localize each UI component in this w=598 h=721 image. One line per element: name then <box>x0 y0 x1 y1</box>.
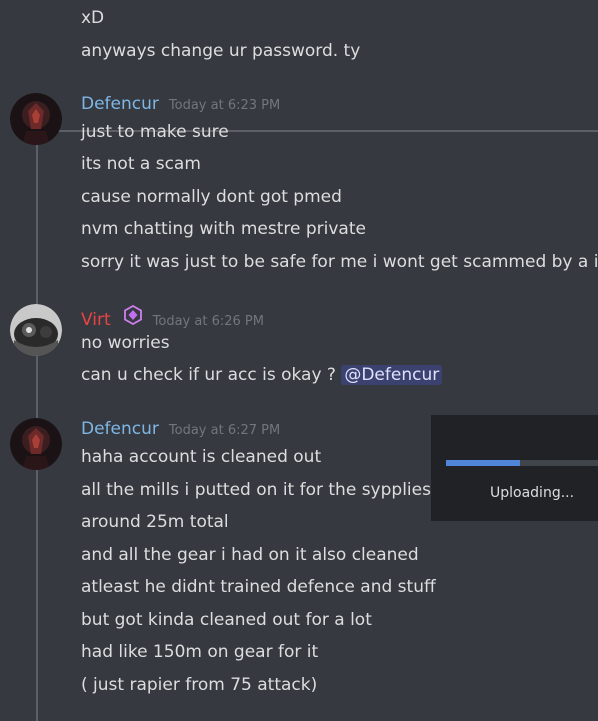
message-text: can u check if ur acc is okay ? <box>81 365 336 385</box>
message-header: Virt Today at 6:26 PM <box>81 304 264 330</box>
timestamp: Today at 6:26 PM <box>152 314 264 329</box>
message-line: haha account is cleaned out <box>81 447 322 467</box>
message-line: nvm chatting with mestre private <box>81 219 366 239</box>
message-line: but got kinda cleaned out for a lot <box>81 610 372 630</box>
avatar-defencur[interactable] <box>10 93 62 145</box>
timestamp: Today at 6:23 PM <box>168 98 281 113</box>
upload-status-label: Uploading... <box>490 485 575 501</box>
username-virt[interactable]: Virt <box>81 310 111 330</box>
message-line: its not a scam <box>81 154 201 174</box>
message-line: sorry it was just to be safe for me i wo… <box>81 252 598 272</box>
message-line: can u check if ur acc is okay ? @Defencu… <box>81 364 443 386</box>
user-mention[interactable]: @Defencur <box>341 365 443 385</box>
username-defencur[interactable]: Defencur <box>81 94 159 114</box>
message-header: Defencur Today at 6:27 PM <box>81 419 280 439</box>
message-header: Defencur Today at 6:23 PM <box>81 94 280 114</box>
upload-progress-fill <box>446 460 521 466</box>
message-line: around 25m total <box>81 512 229 532</box>
timestamp: Today at 6:27 PM <box>168 423 281 438</box>
upload-progress-bar <box>446 460 598 466</box>
message-line: all the mills i putted on it for the syp… <box>81 480 431 500</box>
message-line: atleast he didnt trained defence and stu… <box>81 577 436 597</box>
message-line: and all the gear i had on it also cleane… <box>81 545 419 565</box>
upload-popup: Uploading... <box>431 415 598 521</box>
avatar-virt[interactable] <box>10 304 62 356</box>
message-line: xD <box>81 8 105 28</box>
message-line: no worries <box>81 333 170 353</box>
message-line: ( just rapier from 75 attack) <box>81 675 318 695</box>
message-line: anyways change ur password. ty <box>81 41 361 61</box>
nitro-gem-icon[interactable] <box>123 304 143 326</box>
message-line: just to make sure <box>81 122 229 142</box>
username-defencur[interactable]: Defencur <box>81 419 159 439</box>
message-line: had like 150m on gear for it <box>81 642 319 662</box>
avatar-defencur[interactable] <box>10 418 62 470</box>
message-line: cause normally dont got pmed <box>81 187 342 207</box>
